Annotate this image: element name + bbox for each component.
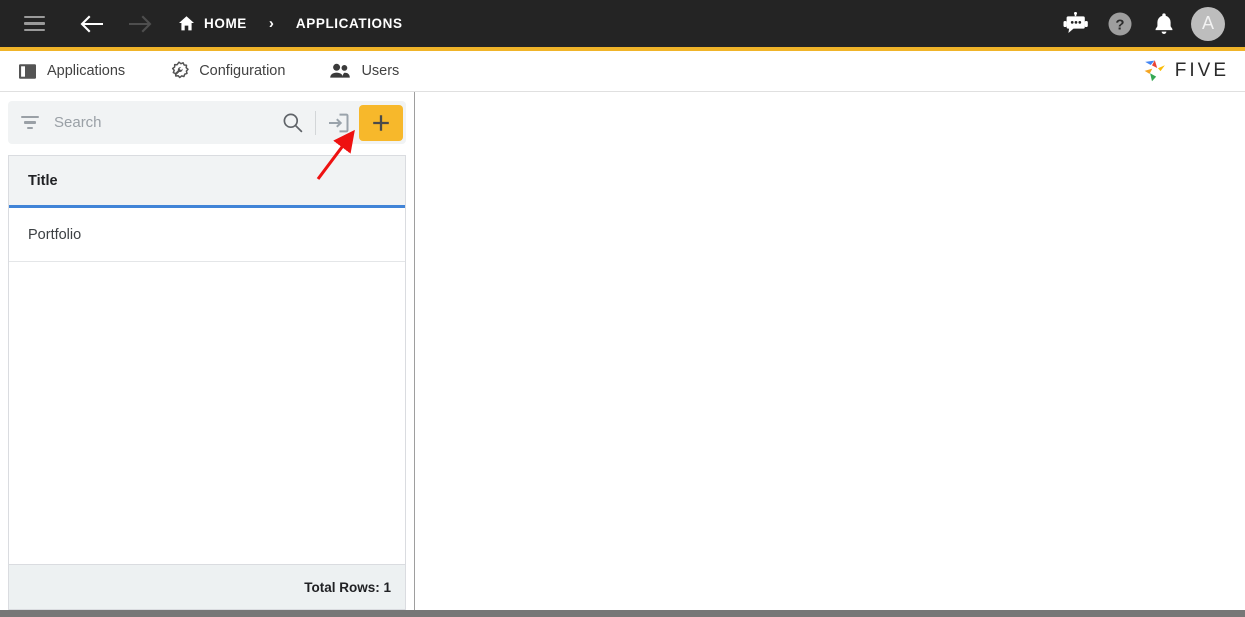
table-header-row: Title [9, 156, 405, 208]
breadcrumb-label-home: HOME [204, 16, 247, 31]
notifications-bell-icon[interactable] [1147, 7, 1181, 41]
avatar-initial: A [1201, 13, 1214, 33]
applications-table: Title Portfolio [8, 155, 406, 564]
help-icon[interactable]: ? [1103, 7, 1137, 41]
avatar[interactable]: A [1191, 6, 1225, 41]
tab-configuration[interactable]: Configuration [147, 51, 307, 91]
five-pinwheel-logo-icon [1144, 60, 1165, 82]
plus-icon [373, 114, 389, 131]
column-header-title[interactable]: Title [28, 173, 58, 189]
svg-text:?: ? [1115, 16, 1124, 33]
cell-title: Portfolio [28, 226, 82, 243]
top-navigation-bar: HOME › APPLICATIONS ? A [0, 0, 1245, 51]
left-list-panel: Title Portfolio Total Rows: 1 [0, 92, 415, 610]
table-body: Portfolio [9, 208, 405, 564]
breadcrumb-separator: › [268, 15, 274, 32]
home-icon [179, 16, 194, 31]
breadcrumb-label-applications: APPLICATIONS [295, 16, 403, 31]
breadcrumb-item-applications[interactable]: APPLICATIONS [296, 16, 403, 31]
breadcrumb-item-home[interactable]: HOME [178, 15, 247, 32]
users-icon [330, 63, 351, 78]
tab-label-applications: Applications [47, 63, 126, 79]
section-tab-bar: Applications Configuration Users FIVE [0, 51, 1245, 92]
arrow-back-icon[interactable] [72, 4, 112, 44]
search-icon[interactable] [276, 107, 308, 139]
brand-name: FIVE [1174, 60, 1229, 81]
total-rows-label: Total Rows: 1 [304, 579, 391, 595]
breadcrumb: HOME › APPLICATIONS [178, 0, 403, 47]
topbar-left-controls: HOME › APPLICATIONS [0, 0, 403, 47]
applications-panel-icon [19, 63, 36, 79]
list-toolbar [8, 101, 406, 144]
arrow-forward-icon [120, 4, 160, 44]
application-window: HOME › APPLICATIONS ? A Applications Con… [0, 0, 1245, 617]
hamburger-menu-glyph [23, 16, 45, 31]
topbar-right-controls: ? A [1059, 6, 1245, 41]
filter-icon[interactable] [20, 115, 40, 130]
search-input[interactable] [54, 114, 276, 131]
tab-applications[interactable]: Applications [0, 51, 147, 91]
table-footer: Total Rows: 1 [8, 564, 406, 610]
hamburger-menu-icon[interactable] [14, 4, 54, 44]
add-application-button[interactable] [359, 104, 403, 141]
horizontal-scrollbar[interactable] [0, 610, 1245, 617]
tab-label-configuration: Configuration [199, 63, 286, 79]
toolbar-divider [315, 110, 316, 135]
table-row[interactable]: Portfolio [9, 208, 405, 262]
chatbot-icon[interactable] [1059, 7, 1093, 41]
gear-wrench-icon [172, 61, 189, 79]
tab-users[interactable]: Users [307, 51, 421, 91]
tab-label-users: Users [361, 63, 400, 79]
brand-logo: FIVE [1142, 58, 1245, 84]
import-icon[interactable] [323, 108, 353, 138]
